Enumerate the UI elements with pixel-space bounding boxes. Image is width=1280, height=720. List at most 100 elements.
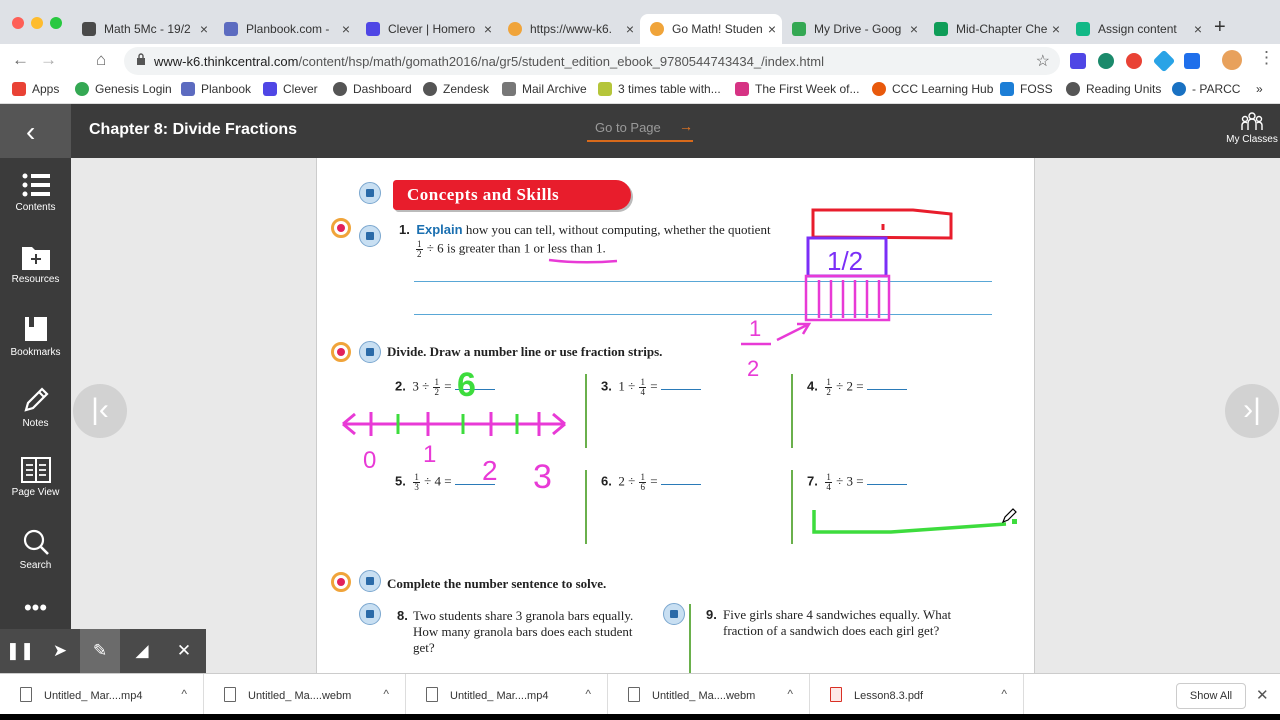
fraction: 16	[639, 473, 646, 492]
chevron-up-icon[interactable]: ^	[1001, 687, 1007, 701]
bookmark-item[interactable]: Reading Units	[1066, 82, 1161, 96]
pen-tool-icon[interactable]: ✎	[80, 629, 120, 673]
chevron-up-icon[interactable]: ^	[383, 687, 389, 701]
zoom-window-button[interactable]	[50, 17, 62, 29]
close-window-button[interactable]	[12, 17, 24, 29]
folder-icon	[502, 82, 516, 96]
chevron-up-icon[interactable]: ^	[787, 687, 793, 701]
dashboard-icon	[333, 82, 347, 96]
record-button[interactable]	[331, 342, 351, 362]
people-icon	[1241, 112, 1263, 130]
browser-tab[interactable]: Clever | Homero ×	[356, 14, 498, 44]
problem-number: 4.	[807, 378, 818, 394]
address-bar[interactable]: www-k6.thinkcentral.com/content/hsp/math…	[124, 47, 1060, 75]
pause-icon[interactable]: ❚❚	[0, 629, 40, 673]
bookmark-item[interactable]: Zendesk	[423, 82, 489, 96]
browser-tab[interactable]: Assign content ×	[1066, 14, 1208, 44]
bookmark-item[interactable]: 3 times table with...	[598, 82, 721, 96]
extension-icon[interactable]	[1126, 53, 1142, 69]
answer-blank	[866, 380, 907, 391]
sidebar-item-contents[interactable]: Contents	[0, 172, 71, 213]
sidebar-item-notes[interactable]: Notes	[0, 386, 71, 429]
audio-button[interactable]	[663, 603, 685, 625]
sidebar: Contents Resources Bookmarks Notes Page …	[0, 158, 71, 630]
pdf-file-icon	[830, 687, 842, 702]
bookmark-apps[interactable]: Apps	[12, 82, 59, 96]
record-button[interactable]	[331, 572, 351, 592]
parcc-icon	[1172, 82, 1186, 96]
app-header: ‹ Chapter 8: Divide Fractions Go to Page…	[0, 104, 1280, 158]
bookmark-item[interactable]: - PARCC	[1172, 82, 1240, 96]
planbook-icon	[181, 82, 195, 96]
audio-button[interactable]	[359, 182, 381, 204]
bookmark-item[interactable]: FOSS	[1000, 82, 1053, 96]
browser-tab-active[interactable]: Go Math! Studen ×	[640, 14, 782, 44]
clever-extension-icon[interactable]	[1070, 53, 1086, 69]
problem-number: 6.	[601, 473, 612, 489]
bookmark-item[interactable]: Planbook	[181, 82, 251, 96]
profile-avatar[interactable]	[1222, 50, 1242, 70]
back-button[interactable]: ‹	[0, 104, 71, 158]
close-tab-icon[interactable]: ×	[1194, 21, 1202, 37]
browser-tab[interactable]: My Drive - Goog ×	[782, 14, 924, 44]
column-divider	[791, 374, 793, 448]
bookmark-item[interactable]: Mail Archive	[502, 82, 587, 96]
bookmark-item[interactable]: Clever	[263, 82, 318, 96]
bookmark-item[interactable]: Genesis Login	[75, 82, 172, 96]
audio-button[interactable]	[359, 570, 381, 592]
close-tab-icon[interactable]: ×	[768, 21, 776, 37]
extension-icon[interactable]	[1098, 53, 1114, 69]
problem-lead: 2 ÷	[618, 473, 636, 489]
audio-button[interactable]	[359, 225, 381, 247]
bookmark-star-icon[interactable]: ☆	[1036, 51, 1050, 71]
chevron-up-icon[interactable]: ^	[585, 687, 591, 701]
bookmark-label: Planbook	[201, 82, 252, 96]
my-classes-button[interactable]: My Classes	[1224, 112, 1280, 145]
audio-button[interactable]	[359, 603, 381, 625]
sidebar-item-bookmarks[interactable]: Bookmarks	[0, 315, 71, 358]
show-all-button[interactable]: Show All	[1176, 683, 1246, 709]
more-bookmarks-icon[interactable]: »	[1256, 82, 1263, 96]
browser-tab[interactable]: Planbook.com - ×	[214, 14, 356, 44]
menu-icon[interactable]: ⋮	[1258, 48, 1275, 68]
go-to-page-button[interactable]: Go to Page →	[587, 118, 693, 142]
download-name: Lesson8.3.pdf	[854, 690, 924, 702]
extension-icon[interactable]	[1184, 53, 1200, 69]
close-tab-icon[interactable]: ×	[484, 21, 492, 37]
new-tab-button[interactable]: +	[1214, 16, 1226, 39]
bookmark-label: CCC Learning Hub	[892, 82, 994, 96]
browser-tab[interactable]: https://www-k6. ×	[498, 14, 640, 44]
sidebar-item-resources[interactable]: Resources	[0, 244, 71, 285]
close-tab-icon[interactable]: ×	[910, 21, 918, 37]
back-icon[interactable]: ←	[12, 50, 29, 70]
minimize-window-button[interactable]	[31, 17, 43, 29]
forward-icon[interactable]: →	[40, 50, 57, 70]
record-button[interactable]	[331, 218, 351, 238]
chevron-up-icon[interactable]: ^	[181, 687, 187, 701]
close-tab-icon[interactable]: ×	[200, 21, 208, 37]
pointer-icon[interactable]: ➤	[40, 629, 80, 673]
sidebar-item-search[interactable]: Search	[0, 528, 71, 571]
list-icon	[22, 173, 50, 197]
next-page-button[interactable]: ›|	[1225, 384, 1279, 438]
bookmark-item[interactable]: The First Week of...	[735, 82, 859, 96]
more-options-icon[interactable]: •••	[0, 597, 71, 619]
browser-tab[interactable]: Mid-Chapter Che ×	[924, 14, 1066, 44]
bookmark-label: - PARCC	[1192, 82, 1241, 96]
sidebar-item-page-view[interactable]: Page View	[0, 457, 71, 498]
close-tab-icon[interactable]: ×	[626, 21, 634, 37]
extension-icon[interactable]	[1152, 49, 1176, 73]
previous-page-button[interactable]: |‹	[73, 384, 127, 438]
bookmark-label: Mail Archive	[522, 82, 587, 96]
bookmark-item[interactable]: CCC Learning Hub	[872, 82, 993, 96]
bookmark-item[interactable]: Dashboard	[333, 82, 412, 96]
close-tab-icon[interactable]: ×	[1052, 21, 1060, 37]
eraser-icon[interactable]: ◢	[122, 629, 162, 673]
audio-button[interactable]	[359, 341, 381, 363]
home-icon[interactable]: ⌂	[96, 50, 106, 70]
close-downloads-icon[interactable]: ✕	[1256, 686, 1269, 704]
browser-tab[interactable]: Math 5Mc - 19/2 ×	[72, 14, 214, 44]
tab-title: Mid-Chapter Che	[956, 22, 1048, 36]
close-toolbar-icon[interactable]: ✕	[164, 629, 204, 673]
close-tab-icon[interactable]: ×	[342, 21, 350, 37]
